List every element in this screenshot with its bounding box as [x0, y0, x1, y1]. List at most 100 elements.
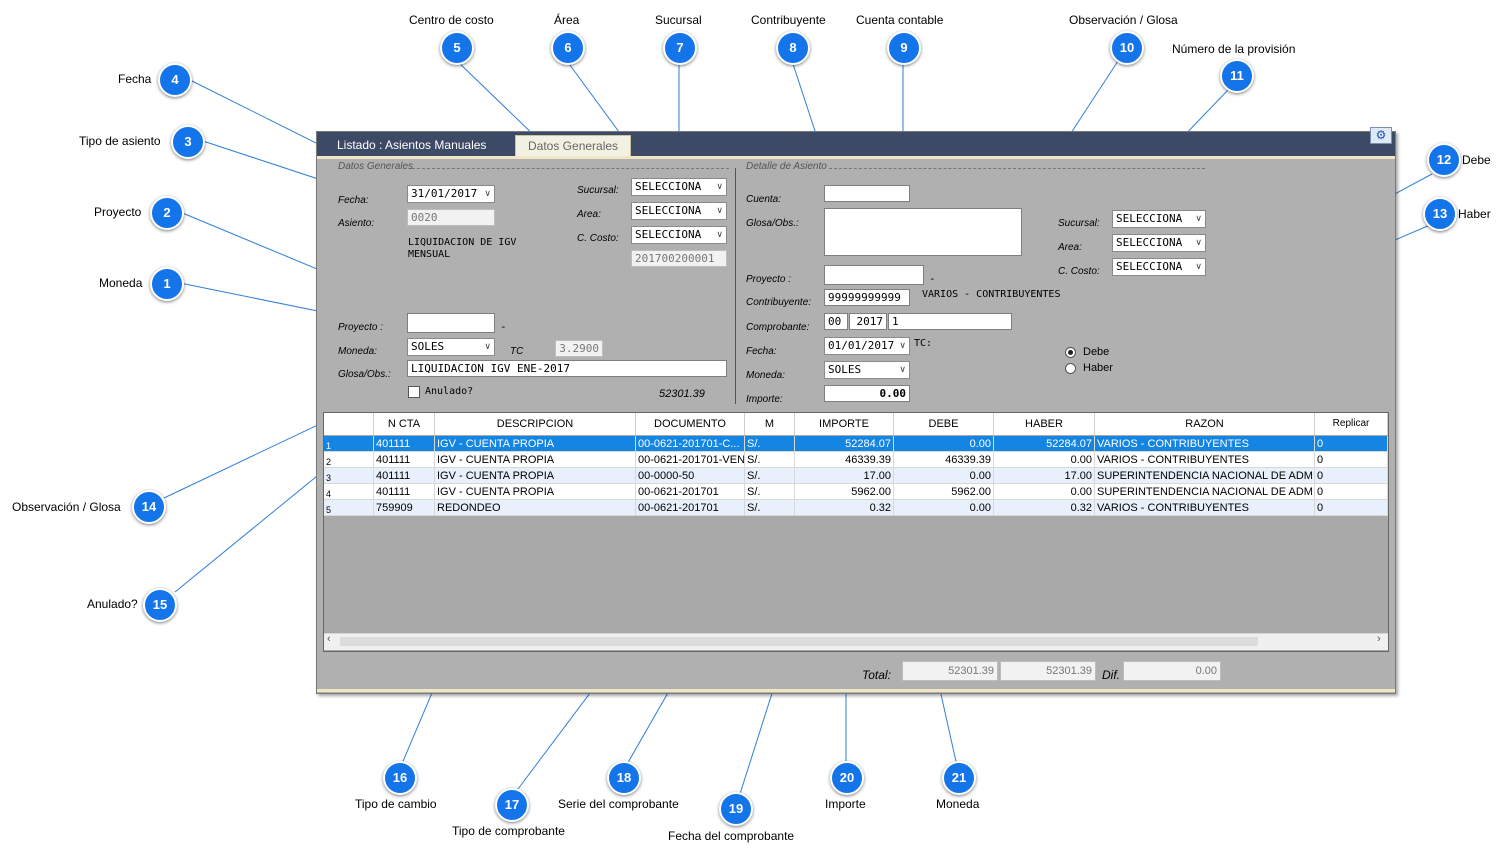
cell-replicar: 0 [1315, 484, 1388, 500]
ccosto-code-field[interactable]: 201700200001 [631, 250, 727, 267]
table-row[interactable]: 2 401111 IGV - CUENTA PROPIA 00-0621-201701… [324, 452, 1388, 468]
settings-gear-icon[interactable]: ⚙ [1370, 127, 1392, 144]
callout-label-21: Moneda [936, 797, 980, 811]
cell-debe: 46339.39 [894, 452, 994, 468]
tc-field[interactable]: 3.2900 [555, 340, 603, 357]
cell-descripcion: IGV - CUENTA PROPIA [435, 436, 636, 452]
chevron-down-icon: ∨ [484, 342, 491, 352]
contribuyente-field[interactable]: 99999999999 [824, 289, 910, 306]
cell-documento: 00-0621-201701 [636, 484, 745, 500]
tipo-asiento-text-line1: LIQUIDACION DE IGV [408, 237, 517, 248]
comprobante-tipo-field[interactable]: 00 [824, 313, 848, 330]
cell-documento: 00-0621-201701-C... [636, 436, 745, 452]
grid-col-razon[interactable]: RAZON [1095, 413, 1315, 435]
grid-col-debe[interactable]: DEBE [894, 413, 994, 435]
dif-label: Dif. [1102, 668, 1120, 682]
grid-col-documento[interactable]: DOCUMENTO [636, 413, 745, 435]
fecha-picker[interactable]: 31/01/2017 ∨ [407, 185, 495, 203]
scroll-left-icon[interactable]: ‹ [327, 633, 331, 645]
callout-badge-4: 4 [158, 63, 192, 97]
cell-debe: 0.00 [894, 436, 994, 452]
cell-replicar: 0 [1315, 452, 1388, 468]
moneda-select[interactable]: SOLES ∨ [407, 338, 495, 356]
callout-label-20: Importe [825, 797, 866, 811]
detalle-ccosto-select[interactable]: SELECCIONA ∨ [1112, 258, 1206, 276]
total-label: Total: [862, 668, 891, 682]
grid-col-ncta[interactable]: N CTA [374, 413, 435, 435]
sucursal-select[interactable]: SELECCIONA ∨ [631, 178, 727, 196]
callout-badge-17: 17 [495, 788, 529, 822]
detalle-fecha-picker[interactable]: 01/01/2017 ∨ [824, 337, 910, 355]
tab-listado[interactable]: Listado : Asientos Manuales [325, 135, 498, 156]
cell-descripcion: IGV - CUENTA PROPIA [435, 484, 636, 500]
grid-col-importe[interactable]: IMPORTE [795, 413, 894, 435]
debe-radio[interactable] [1065, 347, 1076, 358]
grid-col-descripcion[interactable]: DESCRIPCION [435, 413, 636, 435]
contribuyente-name: VARIOS - CONTRIBUYENTES [922, 289, 1061, 300]
callout-label-15: Anulado? [87, 597, 138, 611]
asiento-field[interactable]: 0020 [407, 209, 495, 226]
callout-badge-2: 2 [150, 196, 184, 230]
ccosto-select[interactable]: SELECCIONA ∨ [631, 226, 727, 244]
table-row[interactable]: 4 401111 IGV - CUENTA PROPIA 00-0621-201701… [324, 484, 1388, 500]
scroll-thumb[interactable] [340, 637, 1258, 646]
datos-total-value: 52301.39 [659, 388, 705, 400]
importe-label: Importe: [746, 394, 783, 405]
grid-col-m[interactable]: M [745, 413, 795, 435]
debe-label: Debe [1083, 346, 1110, 358]
asiento-label: Asiento: [338, 218, 375, 229]
cell-importe: 46339.39 [795, 452, 894, 468]
comprobante-numero-field[interactable]: 1 [888, 313, 1012, 330]
chevron-down-icon: ∨ [1195, 262, 1202, 272]
proyecto-field[interactable] [407, 313, 495, 333]
detalle-area-label: Area: [1058, 242, 1082, 253]
grid-col-rownum [324, 413, 374, 435]
area-select[interactable]: SELECCIONA ∨ [631, 202, 727, 220]
detalle-glosa-textarea[interactable] [824, 208, 1022, 256]
callout-badge-11: 11 [1220, 59, 1254, 93]
detalle-moneda-select[interactable]: SOLES ∨ [824, 361, 910, 379]
detalle-sucursal-select[interactable]: SELECCIONA ∨ [1112, 210, 1206, 228]
glosa-field[interactable]: LIQUIDACION IGV ENE-2017 [407, 360, 727, 377]
chevron-down-icon: ∨ [484, 189, 491, 199]
detalle-proyecto-field[interactable] [824, 265, 924, 285]
cell-replicar: 0 [1315, 468, 1388, 484]
grid-header: N CTA DESCRIPCION DOCUMENTO M IMPORTE DE… [324, 413, 1388, 435]
scroll-right-icon[interactable]: › [1377, 633, 1381, 645]
tab-bar: Listado : Asientos Manuales Datos Genera… [317, 132, 1395, 157]
callout-label-7: Sucursal [655, 13, 702, 27]
cell-descripcion: IGV - CUENTA PROPIA [435, 452, 636, 468]
cuenta-field[interactable] [824, 185, 910, 202]
callout-badge-3: 3 [171, 125, 205, 159]
grid-horizontal-scrollbar[interactable]: ‹ › [324, 633, 1388, 650]
table-row[interactable]: 5 759909 REDONDEO 00-0621-201701 S/. 0.32 0.00… [324, 500, 1388, 516]
anulado-checkbox[interactable] [408, 386, 420, 398]
cell-ncta: 759909 [374, 500, 435, 516]
cell-haber: 0.32 [994, 500, 1095, 516]
cell-debe: 0.00 [894, 468, 994, 484]
importe-field[interactable]: 0.00 [824, 385, 910, 402]
cell-razon: SUPERINTENDENCIA NACIONAL DE ADM... [1095, 468, 1315, 484]
detalle-sucursal-label: Sucursal: [1058, 218, 1100, 229]
cell-row-number: 1 [324, 436, 374, 452]
cell-moneda: S/. [745, 484, 795, 500]
tab-datos-generales[interactable]: Datos Generales [515, 135, 632, 157]
cell-haber: 17.00 [994, 468, 1095, 484]
grid-col-haber[interactable]: HABER [994, 413, 1095, 435]
cell-moneda: S/. [745, 500, 795, 516]
chevron-down-icon: ∨ [716, 206, 723, 216]
table-row[interactable]: 3 401111 IGV - CUENTA PROPIA 00-0000-50 S/. 1… [324, 468, 1388, 484]
table-row[interactable]: 1 401111 IGV - CUENTA PROPIA 00-0621-201701… [324, 436, 1388, 452]
comprobante-serie-field[interactable]: 2017 [849, 313, 887, 330]
tc-label: TC [510, 346, 524, 357]
haber-radio[interactable] [1065, 363, 1076, 374]
callout-badge-12: 12 [1427, 143, 1461, 177]
asientos-grid: N CTA DESCRIPCION DOCUMENTO M IMPORTE DE… [323, 412, 1389, 652]
detalle-area-select[interactable]: SELECCIONA ∨ [1112, 234, 1206, 252]
haber-label: Haber [1083, 362, 1113, 374]
callout-label-17: Tipo de comprobante [452, 824, 565, 838]
cell-documento: 00-0621-201701 [636, 500, 745, 516]
callout-label-2: Proyecto [94, 205, 142, 219]
grid-col-replicar[interactable]: Replicar [1315, 413, 1388, 435]
cell-ncta: 401111 [374, 436, 435, 452]
